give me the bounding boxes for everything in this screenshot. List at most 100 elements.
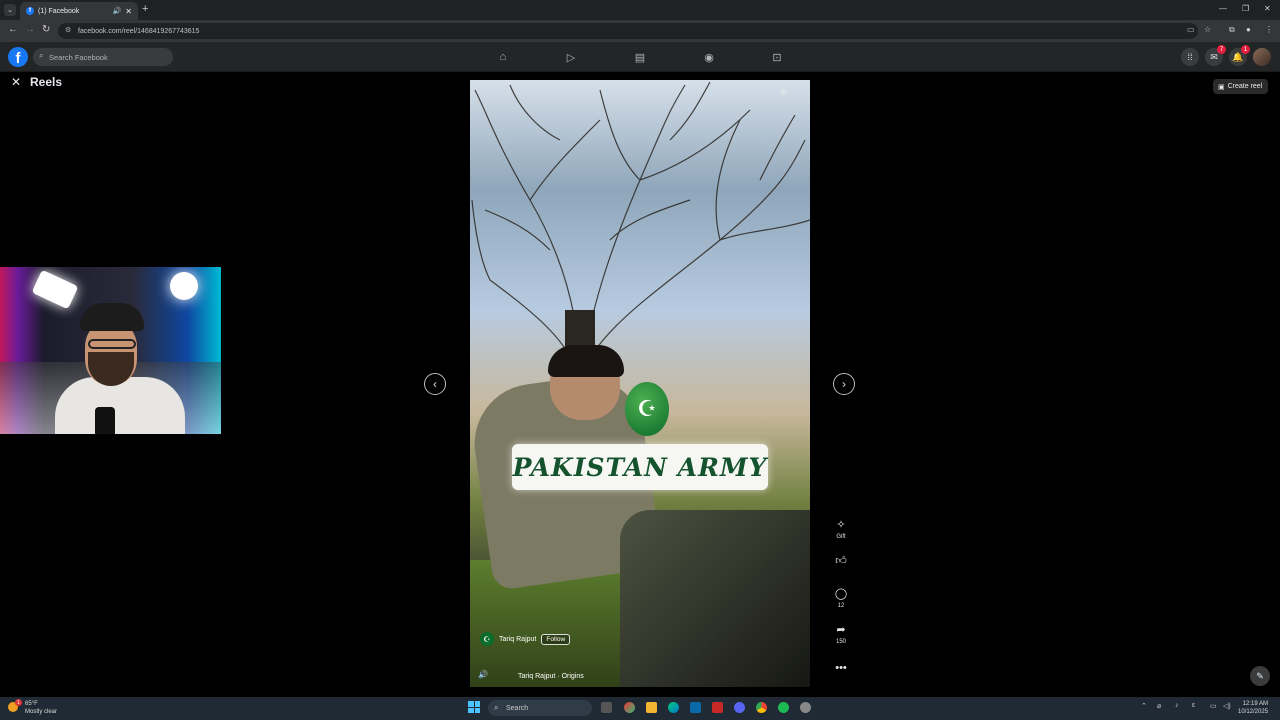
groups-icon[interactable]: ◉	[702, 50, 716, 64]
close-reels-icon[interactable]: ✕	[11, 75, 21, 89]
microphone-icon[interactable]: ♪	[1175, 702, 1179, 709]
notifications-badge: 1	[1241, 45, 1250, 54]
gift-icon: ✧	[836, 519, 846, 531]
system-clock[interactable]: 12:19 AM 10/12/2025	[1238, 700, 1268, 716]
create-reel-icon: ▣	[1218, 83, 1225, 91]
file-explorer-icon[interactable]	[646, 702, 657, 713]
account-avatar[interactable]	[1253, 48, 1271, 66]
soldier-hair	[548, 345, 624, 377]
volume-tray-icon[interactable]: ◁)	[1223, 702, 1231, 710]
follow-button[interactable]: Follow	[541, 633, 571, 645]
author-name[interactable]: Tariq Rajput	[499, 636, 536, 643]
menu-grid-icon[interactable]: ⁞⁞	[1181, 48, 1199, 66]
taskbar-search-input[interactable]: ⌕ Search	[488, 700, 592, 716]
browser-toolbar: ← → ↻ ⚙ facebook.com/reel/14684192677436…	[0, 20, 1280, 42]
notifications-bell-icon[interactable]: 🔔 1	[1229, 45, 1250, 66]
browser-tab-strip: ⌄ f (1) Facebook 🔊 ✕ + — ❐ ✕	[0, 0, 1280, 20]
clock-date: 10/12/2025	[1238, 709, 1269, 715]
tree-branches	[471, 81, 810, 400]
ring-light	[31, 269, 79, 310]
minimize-icon[interactable]: —	[1219, 4, 1227, 13]
reel-audio-track[interactable]: Tariq Rajput · Origins	[518, 673, 584, 680]
facebook-header: f ⌕ Search Facebook ⌂ ▷ ▤ ◉ ⊡ ⁞⁞ ✉ 7 🔔 1	[0, 42, 1280, 72]
bookmark-star-icon[interactable]: ☆	[1204, 25, 1211, 34]
streamer-shirt	[55, 377, 185, 434]
chrome-icon[interactable]	[756, 702, 767, 713]
new-tab-button[interactable]: +	[142, 3, 148, 15]
display-icon[interactable]: ▭	[1210, 702, 1217, 710]
forward-icon[interactable]: →	[25, 24, 35, 35]
close-tab-icon[interactable]: ✕	[125, 7, 132, 16]
more-icon: •••	[835, 662, 847, 674]
facebook-search-input[interactable]: ⌕ Search Facebook	[33, 48, 173, 66]
home-icon[interactable]: ⌂	[496, 50, 510, 64]
site-info-icon[interactable]: ⚙	[65, 26, 71, 34]
gift-button[interactable]: ✧ Gift	[830, 518, 852, 540]
marketplace-icon[interactable]: ▤	[633, 50, 647, 64]
weather-description: Mostly clear	[25, 709, 58, 715]
shares-count: 150	[835, 639, 846, 645]
share-button[interactable]: ➦ 150	[830, 623, 852, 645]
create-reel-button[interactable]: ▣ Create reel	[1213, 79, 1269, 94]
pakistan-flag-emblem: ☪	[625, 382, 669, 436]
messenger-badge: 7	[1217, 45, 1226, 54]
copilot-icon[interactable]	[624, 702, 635, 713]
task-view-icon[interactable]	[601, 702, 612, 713]
reel-video[interactable]: ☪ PAKISTAN ARMY ⚙ ☪ Tariq Rajput Follow …	[470, 80, 810, 687]
new-message-icon[interactable]: ✎	[1250, 666, 1270, 686]
facebook-logo-icon[interactable]: f	[8, 47, 28, 67]
address-bar[interactable]: ⚙ facebook.com/reel/1468419267743615	[58, 23, 1198, 39]
share-icon: ➦	[836, 624, 846, 636]
video-settings-icon[interactable]: ⚙	[780, 88, 787, 97]
search-icon: ⌕	[494, 703, 499, 712]
adobe-icon[interactable]	[712, 702, 723, 713]
back-icon[interactable]: ←	[8, 24, 18, 35]
close-window-icon[interactable]: ✕	[1264, 4, 1271, 13]
network-icon[interactable]: ⌀	[1157, 702, 1161, 710]
browser-tab-facebook[interactable]: f (1) Facebook 🔊 ✕	[20, 2, 138, 20]
reload-icon[interactable]: ↻	[42, 24, 50, 35]
thumbs-up-icon: 👍︎	[835, 555, 847, 567]
gaming-icon[interactable]: ⊡	[770, 50, 784, 64]
windows-start-icon[interactable]	[468, 701, 480, 713]
more-options-button[interactable]: •••	[830, 662, 852, 674]
profile-icon[interactable]: ●	[1246, 25, 1251, 34]
comment-button[interactable]: ◯ 12	[830, 587, 852, 609]
reel-author: ☪ Tariq Rajput Follow	[480, 632, 571, 646]
streamer-cap	[80, 303, 144, 331]
speaker-icon[interactable]: 🔊	[113, 7, 122, 15]
discord-icon[interactable]	[734, 702, 745, 713]
previous-reel-button[interactable]: ‹	[424, 373, 446, 395]
browser-menu-icon[interactable]: ⋮	[1265, 25, 1273, 34]
weather-badge: 1	[15, 699, 22, 706]
taskbar-search-placeholder: Search	[506, 704, 529, 712]
reels-title: Reels	[30, 75, 63, 89]
volume-icon[interactable]: 🔊	[478, 670, 488, 679]
clock-time: 12:19 AM	[1242, 701, 1269, 707]
language-icon[interactable]: ε	[1192, 702, 1195, 709]
restore-icon[interactable]: ❐	[1242, 4, 1249, 13]
search-icon: ⌕	[39, 51, 44, 60]
video-icon[interactable]: ▷	[564, 50, 578, 64]
extensions-icon[interactable]: ⧉	[1229, 25, 1235, 35]
create-reel-label: Create reel	[1227, 83, 1263, 90]
weather-widget[interactable]: 1 65°F Mostly clear	[8, 699, 58, 716]
like-button[interactable]: 👍︎	[830, 554, 852, 567]
spotify-icon[interactable]	[778, 702, 789, 713]
tab-search-button[interactable]: ⌄	[4, 4, 16, 16]
messenger-icon[interactable]: ✉ 7	[1205, 45, 1226, 66]
gift-label: Gift	[836, 534, 846, 540]
cast-icon[interactable]: ▭	[1187, 25, 1195, 34]
next-reel-button[interactable]: ›	[833, 373, 855, 395]
microphone	[95, 407, 115, 434]
edge-icon[interactable]	[668, 702, 679, 713]
comment-icon: ◯	[834, 588, 848, 600]
settings-icon[interactable]	[800, 702, 811, 713]
reel-overlay-text: PAKISTAN ARMY	[512, 444, 768, 490]
store-icon[interactable]	[690, 702, 701, 713]
windows-taskbar: 1 65°F Mostly clear ⌕ Search ⌃ ⌀ ♪ ε ▭ ◁…	[0, 697, 1280, 720]
show-hidden-icons-icon[interactable]: ⌃	[1141, 702, 1147, 710]
comments-count: 12	[837, 603, 845, 609]
search-placeholder: Search Facebook	[49, 52, 108, 62]
author-avatar[interactable]: ☪	[480, 632, 494, 646]
